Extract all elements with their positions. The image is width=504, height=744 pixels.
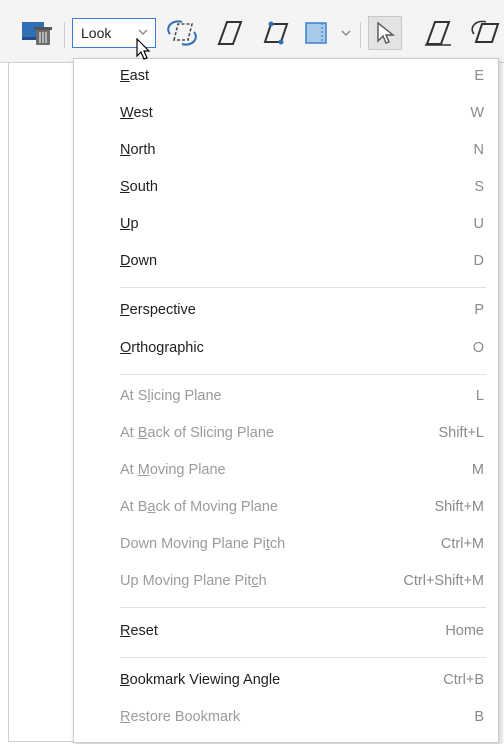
arrow-pointer-icon (377, 21, 395, 44)
menu-item-label: Restore Bookmark (120, 709, 241, 725)
menu-item-label: At Back of Slicing Plane (120, 425, 274, 441)
menu-item-down[interactable]: Down D (74, 250, 498, 274)
look-menu: East E West W North N South S Up U Down … (73, 58, 499, 743)
rotate-planes-button[interactable] (160, 18, 204, 48)
shortcut-label: L (475, 388, 484, 404)
rotate-plane-icon (167, 20, 197, 46)
toolbar-separator (360, 22, 361, 48)
menu-item-label: Reset (120, 623, 158, 639)
menu-item-label: Up (120, 216, 139, 232)
rotate-moving-plane-icon (471, 20, 500, 43)
menu-item-south[interactable]: South S (74, 176, 498, 200)
shortcut-label: Shift+M (434, 499, 484, 515)
shortcut-label: Ctrl+Shift+M (403, 573, 484, 589)
look-dropdown-label: Look (81, 25, 112, 41)
chevron-down-icon (138, 29, 148, 35)
shortcut-label: M (471, 462, 484, 478)
menu-item-east[interactable]: East E (74, 65, 498, 89)
menu-item-bookmark-viewing-angle[interactable]: Bookmark Viewing Angle Ctrl+B (74, 669, 498, 693)
panel-layout-dropdown[interactable] (338, 22, 354, 44)
shortcut-label: W (470, 105, 484, 121)
slicing-plane-button[interactable] (210, 18, 250, 48)
shortcut-label: S (474, 179, 484, 195)
shortcut-label: Ctrl+M (440, 536, 484, 552)
select-tool-button[interactable] (368, 16, 402, 50)
panel-icon (305, 22, 327, 44)
shortcut-label: N (473, 142, 484, 158)
menu-item-at-moving-plane: At Moving Plane M (74, 459, 498, 483)
menu-item-label: Down Moving Plane Pitch (120, 536, 286, 552)
menu-item-label: Bookmark Viewing Angle (120, 672, 281, 688)
toolbar: Look (0, 0, 504, 63)
rotate-moving-plane-button[interactable] (466, 18, 504, 48)
menu-separator (120, 374, 486, 375)
shortcut-label: Home (445, 623, 484, 639)
menu-item-label: West (120, 105, 153, 121)
shortcut-label: U (473, 216, 484, 232)
moving-plane-icon (263, 21, 289, 45)
shortcut-label: D (473, 253, 484, 269)
menu-item-orthographic[interactable]: Orthographic O (74, 337, 498, 361)
moving-plane-button[interactable] (256, 18, 296, 48)
menu-item-perspective[interactable]: Perspective P (74, 299, 498, 323)
menu-item-label: Up Moving Plane Pitch (120, 573, 267, 589)
menu-item-west[interactable]: West W (74, 102, 498, 126)
plane-icon (217, 21, 243, 45)
menu-item-at-back-of-slicing-plane: At Back of Slicing Plane Shift+L (74, 422, 498, 446)
toolbar-separator (64, 22, 65, 48)
menu-separator (120, 607, 486, 608)
menu-item-reset[interactable]: Reset Home (74, 620, 498, 644)
menu-separator (120, 657, 486, 658)
monitor-trash-icon (22, 22, 52, 45)
menu-item-label: North (120, 142, 156, 158)
menu-item-at-slicing-plane: At Slicing Plane L (74, 385, 498, 409)
clear-view-button[interactable] (16, 18, 56, 48)
menu-item-label: Perspective (120, 302, 196, 318)
menu-item-label: At Back of Moving Plane (120, 499, 278, 515)
menu-item-label: South (120, 179, 158, 195)
panel-layout-button[interactable] (302, 18, 332, 48)
menu-item-up[interactable]: Up U (74, 213, 498, 237)
menu-item-north[interactable]: North N (74, 139, 498, 163)
shortcut-label: P (474, 302, 484, 318)
shortcut-label: Ctrl+B (443, 672, 484, 688)
menu-item-label: Down (120, 253, 158, 269)
menu-item-down-moving-plane-pitch: Down Moving Plane Pitch Ctrl+M (74, 533, 498, 557)
pencil-plane-icon (425, 21, 451, 46)
mouse-cursor-icon (136, 38, 151, 60)
shortcut-label: Shift+L (438, 425, 484, 441)
menu-item-label: East (120, 68, 150, 84)
shortcut-label: E (474, 68, 484, 84)
menu-item-label: Orthographic (120, 340, 204, 356)
menu-item-at-back-of-moving-plane: At Back of Moving Plane Shift+M (74, 496, 498, 520)
draw-plane-button[interactable] (418, 18, 458, 48)
shortcut-label: B (474, 709, 484, 725)
shortcut-label: O (472, 340, 484, 356)
menu-separator (120, 287, 486, 288)
menu-item-up-moving-plane-pitch: Up Moving Plane Pitch Ctrl+Shift+M (74, 570, 498, 594)
menu-item-label: At Slicing Plane (120, 388, 222, 404)
menu-item-label: At Moving Plane (120, 462, 226, 478)
menu-item-restore-bookmark: Restore Bookmark B (74, 706, 498, 730)
chevron-down-icon (341, 30, 351, 36)
